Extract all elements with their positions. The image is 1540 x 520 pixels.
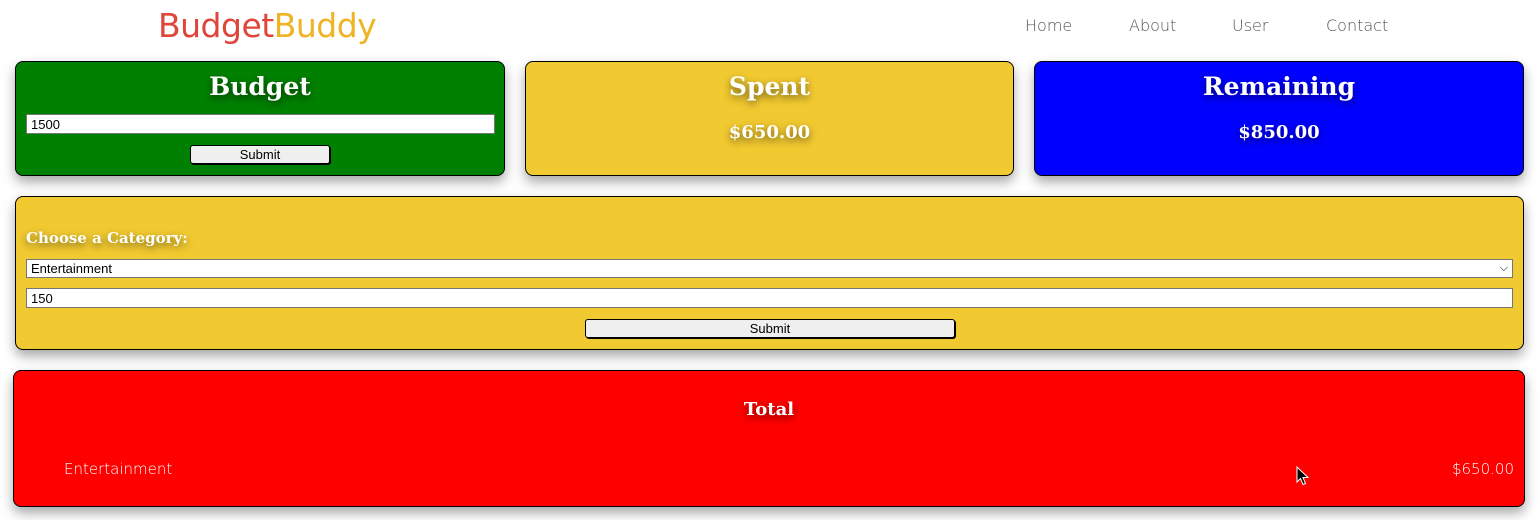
brand-logo-part2: Buddy (273, 6, 377, 45)
spent-title: Spent (728, 72, 811, 101)
total-title: Total (743, 399, 795, 420)
category-select[interactable]: Entertainment ⌵ (26, 259, 1513, 278)
category-select-value: Entertainment (31, 261, 112, 276)
spent-card: Spent $650.00 (525, 61, 1014, 176)
remaining-title: Remaining (1202, 72, 1356, 101)
mouse-cursor-icon (1296, 466, 1310, 486)
budget-submit-button[interactable]: Submit (190, 145, 330, 164)
category-form-card: Choose a Category: Entertainment ⌵ Submi… (15, 196, 1524, 350)
amount-input[interactable] (26, 288, 1513, 308)
brand-logo[interactable]: BudgetBuddy (158, 6, 377, 45)
remaining-amount: $850.00 (1238, 122, 1320, 143)
nav-home[interactable]: Home (1025, 16, 1072, 35)
brand-logo-part1: Budget (158, 6, 274, 45)
budget-input[interactable] (26, 114, 495, 134)
total-card: Total Entertainment $650.00 (13, 370, 1525, 507)
nav-about[interactable]: About (1129, 16, 1176, 35)
category-label: Choose a Category: (26, 229, 188, 247)
chevron-down-icon: ⌵ (1499, 262, 1508, 274)
budget-title: Budget (209, 72, 311, 101)
total-row-category: Entertainment (64, 460, 173, 478)
nav-contact[interactable]: Contact (1326, 16, 1388, 35)
spent-amount: $650.00 (728, 122, 811, 143)
budget-card: Budget Submit (15, 61, 505, 176)
total-row-amount: $650.00 (1451, 460, 1514, 478)
nav-user[interactable]: User (1232, 16, 1268, 35)
category-submit-button[interactable]: Submit (585, 319, 955, 338)
remaining-card: Remaining $850.00 (1034, 61, 1524, 176)
